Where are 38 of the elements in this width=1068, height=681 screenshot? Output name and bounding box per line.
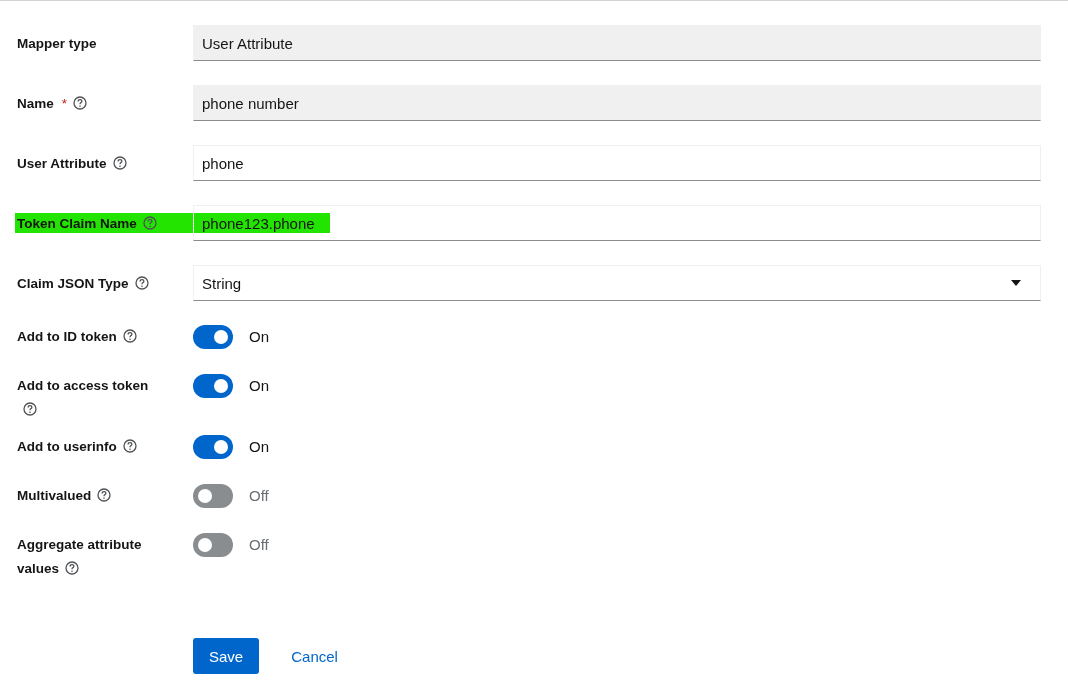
field-label: User Attribute bbox=[17, 155, 107, 171]
help-icon[interactable] bbox=[122, 329, 137, 343]
switch-state: Off bbox=[249, 535, 269, 555]
field-label: Mapper type bbox=[17, 35, 97, 51]
switch-state: On bbox=[249, 376, 269, 396]
switch-label: Add to access token bbox=[17, 374, 167, 422]
field-label: Token Claim Name bbox=[17, 215, 137, 231]
field-label: Claim JSON Type bbox=[17, 275, 129, 291]
switch-label: Add to userinfo bbox=[17, 435, 167, 459]
field-label: Name bbox=[17, 95, 54, 111]
toggle-switch[interactable] bbox=[193, 325, 233, 349]
switch-state: On bbox=[249, 327, 269, 347]
toggle-switch[interactable] bbox=[193, 484, 233, 508]
input-field[interactable]: phone bbox=[193, 145, 1041, 181]
help-icon[interactable] bbox=[112, 156, 127, 170]
input-field: phone number bbox=[193, 85, 1041, 121]
caret-icon bbox=[1010, 279, 1022, 287]
toggle-switch[interactable] bbox=[193, 374, 233, 398]
cancel-link[interactable]: Cancel bbox=[275, 638, 354, 674]
toggle-switch[interactable] bbox=[193, 533, 233, 557]
help-icon[interactable] bbox=[65, 561, 80, 575]
toggle-switch[interactable] bbox=[193, 435, 233, 459]
help-icon[interactable] bbox=[134, 276, 149, 290]
switch-label: Aggregate attribute values bbox=[17, 536, 143, 578]
required-mark: * bbox=[61, 95, 68, 111]
select-field[interactable]: String bbox=[193, 265, 1041, 301]
switch-state: On bbox=[249, 437, 269, 457]
save-button[interactable]: Save bbox=[193, 638, 260, 674]
help-icon[interactable] bbox=[23, 402, 37, 416]
help-icon[interactable] bbox=[142, 216, 157, 230]
input-field: User Attribute bbox=[193, 25, 1041, 61]
help-icon[interactable] bbox=[97, 488, 112, 502]
switch-state: Off bbox=[249, 486, 269, 506]
help-icon[interactable] bbox=[73, 96, 88, 110]
switch-label: Multivalued bbox=[17, 484, 167, 508]
switch-label: Add to ID token bbox=[17, 325, 167, 349]
help-icon[interactable] bbox=[122, 439, 137, 453]
input-field[interactable]: phone123.phone bbox=[193, 205, 1041, 241]
